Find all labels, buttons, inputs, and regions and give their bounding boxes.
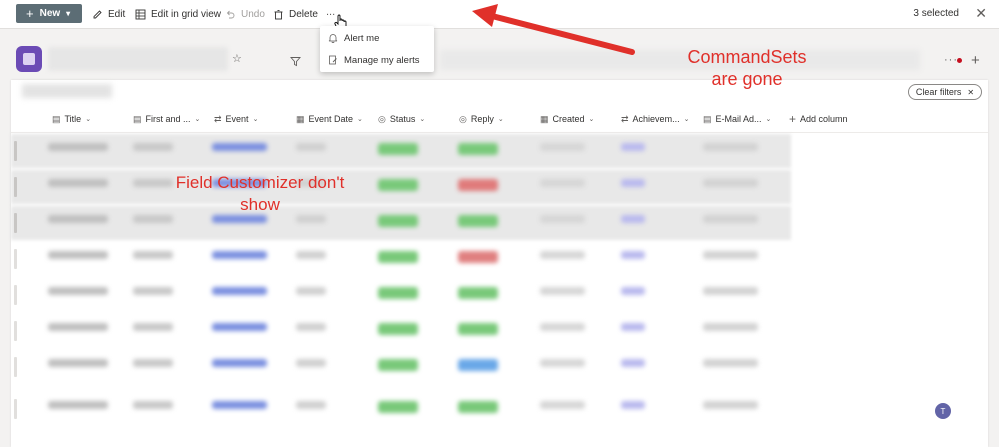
annotation-line: CommandSets — [687, 47, 807, 67]
annotation-arrow — [472, 4, 635, 55]
annotation-field-customizer: Field Customizer don't show — [150, 172, 370, 216]
annotation-line: Field Customizer don't — [175, 173, 345, 192]
annotation-commandsets: CommandSets are gone — [672, 46, 822, 90]
teams-icon[interactable]: T — [935, 403, 951, 419]
annotation-line: are gone — [711, 69, 783, 89]
annotation-line: show — [240, 195, 280, 214]
